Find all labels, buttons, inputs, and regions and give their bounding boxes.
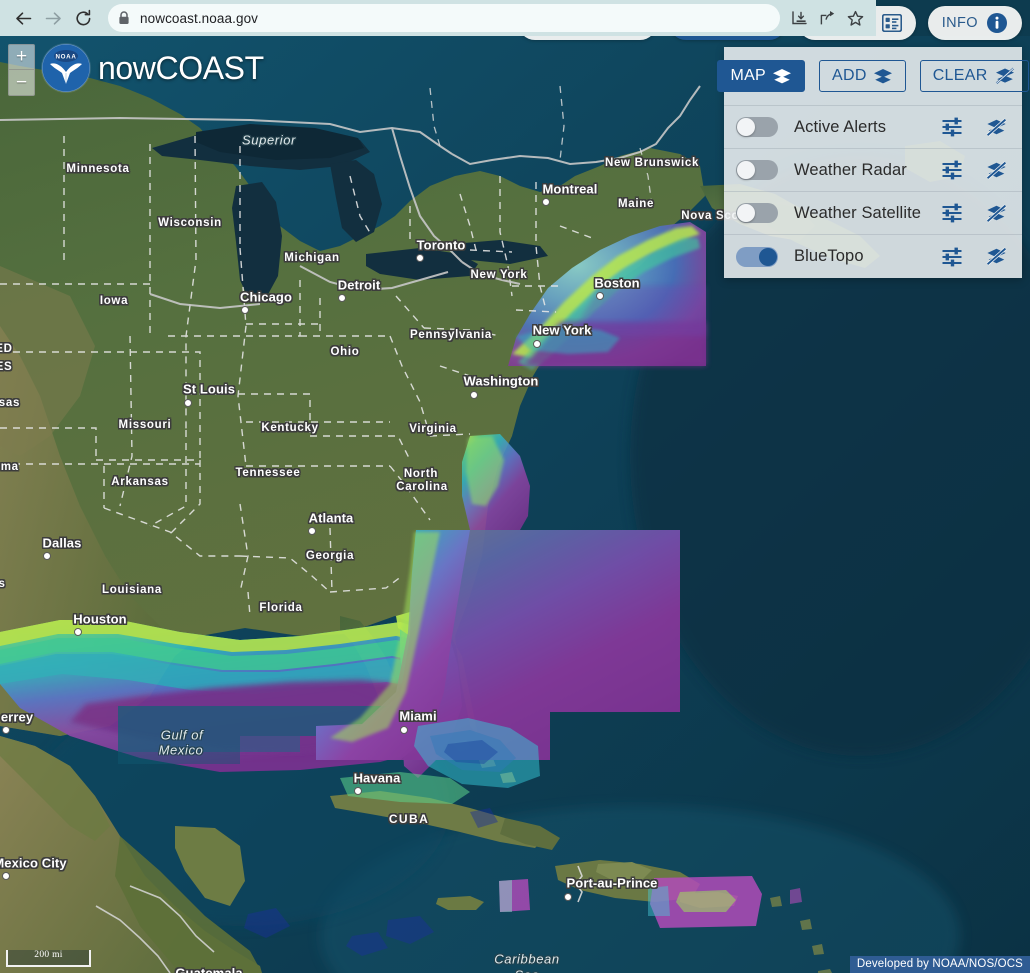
layer-toggle-weather-radar[interactable] [736, 160, 778, 180]
toggle-knob [737, 161, 755, 179]
layer-row-actions [941, 247, 1008, 267]
layer-row-actions [941, 203, 1008, 223]
sliders-icon[interactable] [941, 247, 963, 267]
brand: NOAA nowCOAST [42, 44, 264, 92]
add-button[interactable]: ADD [819, 60, 906, 92]
add-button-label: ADD [832, 67, 867, 84]
bookmark-star-icon[interactable] [842, 5, 868, 31]
zoom-in-button[interactable]: + [9, 45, 34, 70]
clear-button-label: CLEAR [932, 67, 988, 84]
forward-button[interactable] [38, 3, 68, 33]
lock-icon [118, 11, 130, 25]
layer-row-actions [941, 117, 1008, 137]
url-text: nowcoast.noaa.gov [140, 10, 259, 26]
layers-panel-toolbar: MAP ADD CLEAR [717, 47, 1029, 105]
layers-icon [772, 68, 792, 85]
toggle-knob [737, 118, 755, 136]
layer-name-label: Weather Radar [794, 160, 907, 179]
layer-row-actions [941, 160, 1008, 180]
layer-name-label: BlueTopo [794, 247, 864, 265]
sliders-icon[interactable] [941, 203, 963, 223]
layer-name-label: Weather Satellite [794, 203, 922, 222]
page-title: nowCOAST [98, 49, 264, 86]
scale-bar-label: 200 mi [34, 950, 63, 960]
back-button[interactable] [8, 3, 38, 33]
sliders-icon[interactable] [941, 117, 963, 137]
download-icon[interactable] [786, 5, 812, 31]
attribution: Developed by NOAA/NOS/OCS [849, 956, 1030, 973]
layers-off-icon[interactable] [985, 117, 1008, 137]
layer-toggle-bluetopo[interactable] [736, 246, 778, 267]
layer-list: Active Alerts Weather Radar Weather Satell… [724, 105, 1022, 278]
omnibox-actions [786, 5, 868, 31]
address-bar[interactable]: nowcoast.noaa.gov [108, 4, 780, 32]
zoom-controls[interactable]: + − [8, 44, 35, 96]
clear-button[interactable]: CLEAR [919, 60, 1029, 92]
layer-row: Weather Radar [724, 149, 1022, 192]
noaa-logo-icon: NOAA [42, 44, 90, 92]
layers-off-icon[interactable] [985, 203, 1008, 223]
toggle-knob [737, 204, 755, 222]
svg-text:NOAA: NOAA [55, 54, 76, 61]
layer-name-label: Active Alerts [794, 117, 887, 136]
browser-toolbar: nowcoast.noaa.gov [0, 0, 876, 36]
map-button-label: MAP [730, 67, 767, 84]
layers-panel: MAP ADD CLEAR Active Alerts Weather Rada… [717, 47, 1029, 278]
toggle-knob [759, 247, 777, 266]
layer-toggle-active-alerts[interactable] [736, 117, 778, 137]
reload-button[interactable] [68, 3, 98, 33]
map-top-strip [876, 0, 1030, 36]
zoom-out-button[interactable]: − [9, 70, 34, 95]
scale-bar: 200 mi [6, 950, 91, 967]
layers-off-icon[interactable] [985, 160, 1008, 180]
share-icon[interactable] [814, 5, 840, 31]
layers-add-icon [873, 68, 893, 85]
sliders-icon[interactable] [941, 160, 963, 180]
layer-row: Active Alerts [724, 106, 1022, 149]
layer-row: BlueTopo [724, 235, 1022, 278]
layers-off-icon[interactable] [985, 247, 1008, 266]
layers-off-icon [994, 67, 1016, 85]
map-button[interactable]: MAP [717, 60, 806, 92]
layer-toggle-weather-satellite[interactable] [736, 203, 778, 223]
layer-row: Weather Satellite [724, 192, 1022, 235]
